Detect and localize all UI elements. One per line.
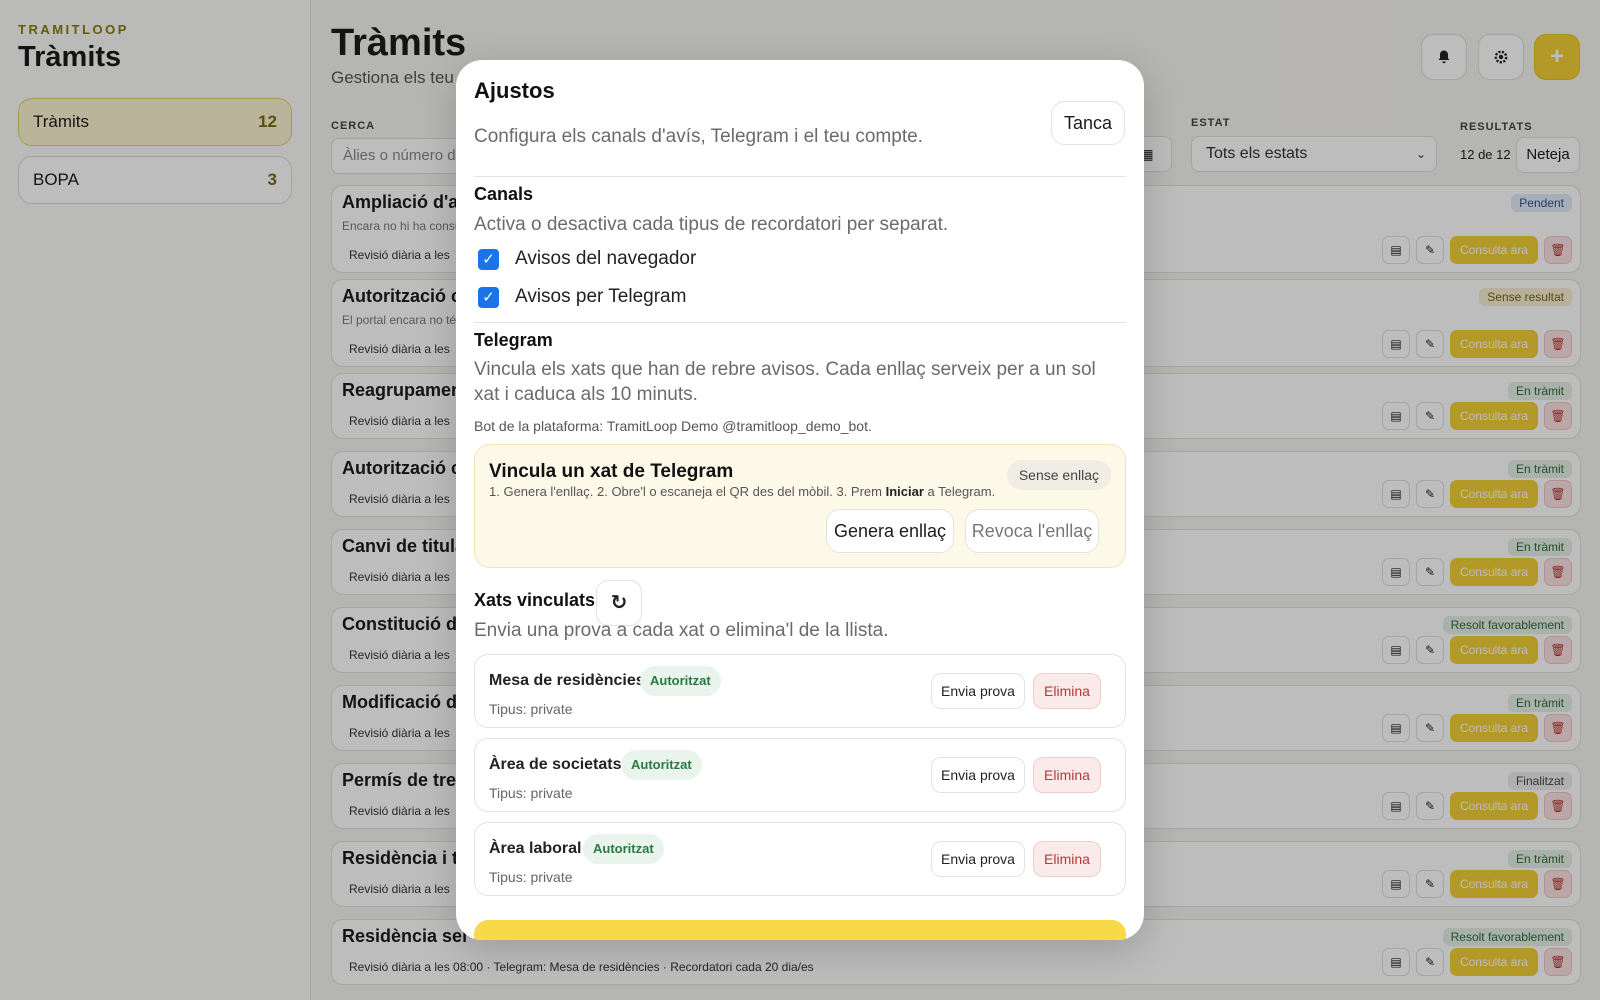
delete-chat-button[interactable]: Elimina: [1033, 673, 1101, 709]
chat-type: Tipus: private: [489, 869, 573, 885]
link-card-title: Vincula un xat de Telegram: [489, 461, 734, 482]
modal-title: Ajustos: [474, 78, 555, 103]
canals-title: Canals: [474, 184, 534, 204]
delete-chat-button[interactable]: Elimina: [1033, 841, 1101, 877]
telegram-notifications-label: Avisos per Telegram: [515, 286, 687, 307]
linked-chats-title: Xats vinculats: [474, 590, 596, 610]
send-test-button[interactable]: Envia prova: [931, 673, 1025, 709]
settings-modal: Ajustos Tanca Configura els canals d'aví…: [456, 60, 1144, 940]
close-button[interactable]: Tanca: [1051, 101, 1125, 145]
chat-name: Mesa de residències: [489, 672, 645, 689]
telegram-notifications-option[interactable]: ✓ Avisos per Telegram: [478, 286, 686, 308]
chat-item: Mesa de residències Autoritzat Tipus: pr…: [474, 654, 1126, 728]
browser-notifications-option[interactable]: ✓ Avisos del navegador: [478, 248, 696, 270]
chat-name: Àrea laboral: [489, 840, 582, 857]
linked-chats-description: Envia una prova a cada xat o elimina'l d…: [474, 620, 889, 641]
canals-description: Activa o desactiva cada tipus de recorda…: [474, 214, 949, 235]
chat-type: Tipus: private: [489, 701, 573, 717]
link-chat-card: Vincula un xat de Telegram 1. Genera l'e…: [474, 444, 1126, 568]
send-test-button[interactable]: Envia prova: [931, 841, 1025, 877]
divider: [474, 322, 1126, 323]
link-status-badge: Sense enllaç: [1006, 460, 1111, 490]
browser-notifications-label: Avisos del navegador: [515, 248, 697, 269]
chat-name: Àrea de societats: [489, 756, 622, 773]
telegram-notifications-checkbox[interactable]: ✓: [478, 286, 499, 308]
save-button[interactable]: [474, 920, 1126, 940]
delete-chat-button[interactable]: Elimina: [1033, 757, 1101, 793]
divider: [474, 176, 1126, 177]
modal-subtitle: Configura els canals d'avís, Telegram i …: [474, 126, 923, 147]
chat-status-badge: Autoritzat: [640, 666, 721, 696]
link-card-steps: 1. Genera l'enllaç. 2. Obre'l o escaneja…: [489, 484, 996, 499]
chat-type: Tipus: private: [489, 785, 573, 801]
generate-link-button[interactable]: Genera enllaç: [826, 509, 954, 553]
revoke-link-button[interactable]: Revoca l'enllaç: [965, 509, 1099, 553]
bot-info: Bot de la plataforma: TramitLoop Demo @t…: [474, 418, 872, 434]
chat-item: Àrea laboral Autoritzat Tipus: private E…: [474, 822, 1126, 896]
chat-item: Àrea de societats Autoritzat Tipus: priv…: [474, 738, 1126, 812]
send-test-button[interactable]: Envia prova: [931, 757, 1025, 793]
telegram-description: Vincula els xats que han de rebre avisos…: [474, 359, 1096, 405]
telegram-title: Telegram: [474, 330, 553, 350]
chat-status-badge: Autoritzat: [583, 834, 664, 864]
chat-status-badge: Autoritzat: [621, 750, 702, 780]
browser-notifications-checkbox[interactable]: ✓: [478, 248, 499, 270]
refresh-icon: ↻: [610, 592, 628, 614]
